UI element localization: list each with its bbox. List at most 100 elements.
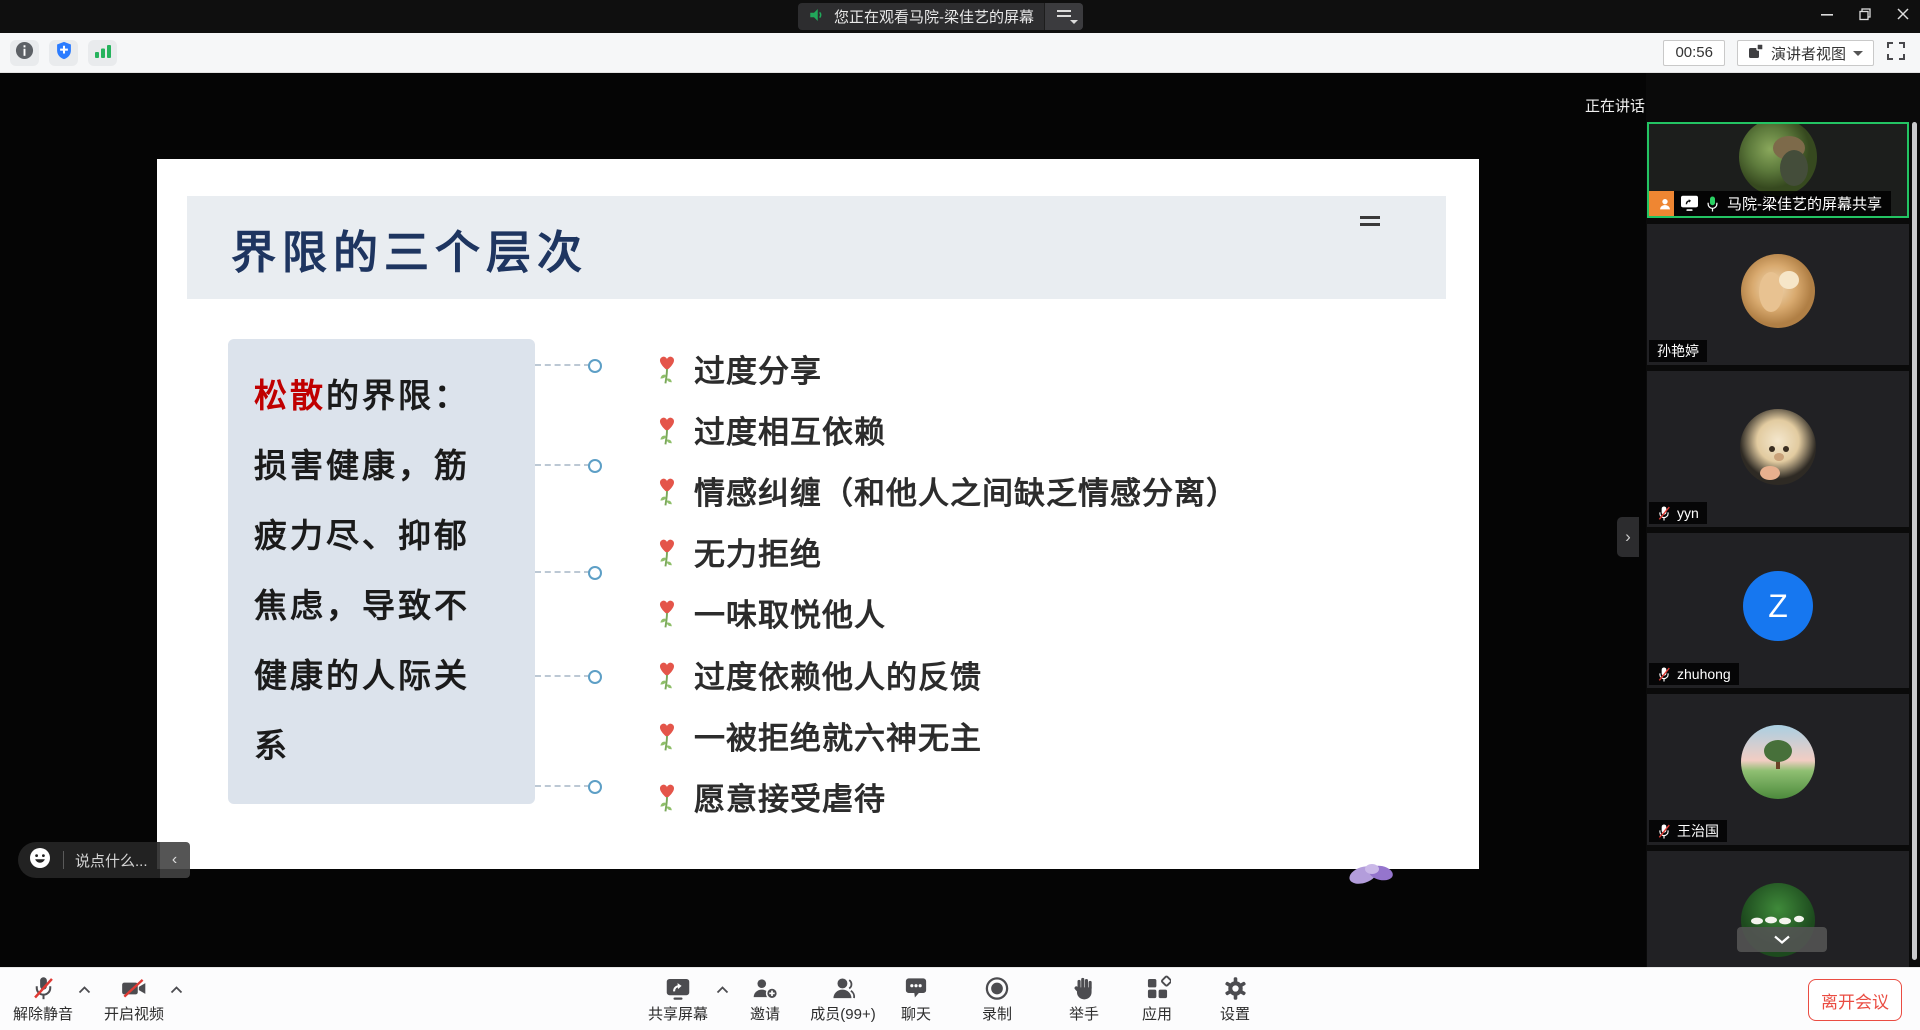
avatar [1740, 409, 1816, 485]
connector-dot [588, 670, 602, 684]
window-controls [1820, 0, 1910, 33]
chevron-down-icon [1773, 935, 1791, 945]
connector-line [535, 364, 590, 366]
participant-label: 王治国 [1649, 820, 1727, 842]
emoji-icon[interactable] [28, 846, 52, 875]
fullscreen-button[interactable] [1886, 41, 1906, 66]
meeting-window: 您正在观看马院-梁佳艺的屏幕 00:56 演讲者视图 [0, 0, 1920, 1030]
close-button[interactable] [1896, 7, 1910, 26]
participant-name: zhuhong [1677, 666, 1731, 682]
participant-name: yyn [1677, 505, 1699, 521]
chevron-down-icon [1853, 51, 1863, 56]
leave-meeting-button[interactable]: 离开会议 [1808, 979, 1902, 1021]
box-emphasis: 松散 [254, 377, 326, 414]
slide-title-band: 界限的三个层次 [187, 196, 1446, 299]
rose-icon [655, 475, 679, 507]
participant-tile-sharing[interactable]: 马院-梁佳艺的屏幕共享 [1647, 122, 1909, 218]
rose-icon [655, 659, 679, 691]
flower-decoration [1345, 859, 1401, 894]
record-icon [983, 975, 1011, 1002]
unmute-button[interactable]: 解除静音 [2, 975, 84, 1024]
scroll-more-button[interactable] [1737, 927, 1827, 952]
mic-muted-icon [1657, 666, 1671, 683]
mic-muted-icon [30, 975, 57, 1002]
mic-on-icon [1705, 195, 1720, 213]
connector-dot [588, 780, 602, 794]
info-icon [15, 41, 34, 65]
share-options-chevron[interactable] [716, 986, 729, 994]
meeting-info-button[interactable] [10, 40, 39, 66]
rose-icon [655, 353, 679, 385]
connector-dot [588, 359, 602, 373]
participant-name: 王治国 [1677, 821, 1719, 841]
settings-button[interactable]: 设置 [1205, 975, 1265, 1024]
participant-label: zhuhong [1649, 663, 1739, 685]
connector-dot [588, 459, 602, 473]
apps-icon [1144, 975, 1171, 1002]
network-quality-button[interactable] [88, 40, 117, 66]
avatar: Z [1743, 571, 1813, 641]
rose-icon [655, 597, 679, 629]
shared-screen-stage: 正在讲话: 马院-梁佳艺; 界限的三个层次 松散的界限： 损害健康，筋 疲力尽、… [0, 73, 1920, 967]
raise-hand-button[interactable]: 举手 [1054, 975, 1114, 1024]
participant-name: 马院-梁佳艺的屏幕共享 [1727, 193, 1882, 214]
mic-muted-icon [1657, 505, 1671, 522]
shared-slide: 界限的三个层次 松散的界限： 损害健康，筋 疲力尽、抑郁 焦虑，导致不 健康的人… [157, 159, 1479, 869]
view-mode-button[interactable]: 演讲者视图 [1737, 40, 1874, 66]
chat-button[interactable]: 聊天 [886, 975, 946, 1024]
signal-bars-icon [94, 43, 112, 64]
screen-share-icon [1680, 195, 1699, 212]
rose-icon [655, 720, 679, 752]
window-titlebar: 您正在观看马院-梁佳艺的屏幕 [0, 0, 1920, 33]
settings-gear-icon [1222, 975, 1249, 1002]
chat-quick-input[interactable]: 说点什么... ‹ [18, 842, 190, 878]
sidebar-scrollbar[interactable] [1912, 122, 1917, 960]
chat-icon [902, 975, 930, 1002]
slide-text-box: 松散的界限： 损害健康，筋 疲力尽、抑郁 焦虑，导致不 健康的人际关 系 [228, 339, 535, 804]
members-button[interactable]: 成员(99+) [800, 975, 886, 1024]
audio-options-chevron[interactable] [78, 986, 91, 994]
participant-tile[interactable]: yyn [1647, 371, 1909, 527]
slide-title: 界限的三个层次 [187, 196, 1446, 281]
meeting-timer: 00:56 [1663, 40, 1725, 66]
chat-placeholder[interactable]: 说点什么... [75, 850, 148, 871]
connector-line [535, 571, 590, 573]
participant-tile[interactable]: Z zhuhong [1647, 533, 1909, 688]
video-options-chevron[interactable] [170, 986, 183, 994]
apps-button[interactable]: 应用 [1127, 975, 1187, 1024]
share-screen-button[interactable]: 共享屏幕 [636, 975, 720, 1024]
members-icon [829, 975, 857, 1002]
participant-label: yyn [1649, 502, 1707, 524]
banner-menu-button[interactable] [1044, 3, 1083, 30]
chat-collapse-button[interactable]: ‹ [160, 842, 190, 878]
participant-label: 孙艳婷 [1649, 340, 1707, 362]
record-button[interactable]: 录制 [967, 975, 1027, 1024]
avatar [1739, 122, 1817, 196]
rose-icon [655, 414, 679, 446]
view-mode-label: 演讲者视图 [1771, 43, 1846, 64]
participant-name: 孙艳婷 [1657, 341, 1699, 361]
share-screen-icon [664, 975, 692, 1002]
minimize-button[interactable] [1820, 7, 1834, 26]
invite-icon [751, 975, 779, 1002]
rose-icon [655, 781, 679, 813]
participants-sidebar: 马院-梁佳艺的屏幕共享 孙艳婷 yyn [1646, 73, 1920, 967]
sidebar-collapse-handle[interactable]: › [1617, 517, 1639, 557]
participant-label: 马院-梁佳艺的屏幕共享 [1649, 191, 1891, 216]
meeting-top-toolbar: 00:56 演讲者视图 [0, 33, 1920, 73]
participant-badge-icon [1649, 191, 1674, 216]
participant-tile[interactable]: 王治国 [1647, 694, 1909, 845]
connector-line [535, 785, 590, 787]
slide-menu-icon [1360, 212, 1380, 226]
connector-dot [588, 566, 602, 580]
restore-button[interactable] [1858, 7, 1872, 26]
avatar [1741, 725, 1815, 799]
encryption-button[interactable] [49, 40, 78, 66]
speaker-view-icon [1748, 43, 1764, 63]
start-video-button[interactable]: 开启视频 [93, 975, 175, 1024]
camera-muted-icon [120, 975, 148, 1002]
meeting-controls-toolbar: 解除静音 开启视频 共享屏幕 邀请 成员(99+) 聊天 录制 [0, 967, 1920, 1030]
invite-button[interactable]: 邀请 [735, 975, 795, 1024]
raise-hand-icon [1071, 975, 1097, 1002]
participant-tile[interactable]: 孙艳婷 [1647, 224, 1909, 365]
